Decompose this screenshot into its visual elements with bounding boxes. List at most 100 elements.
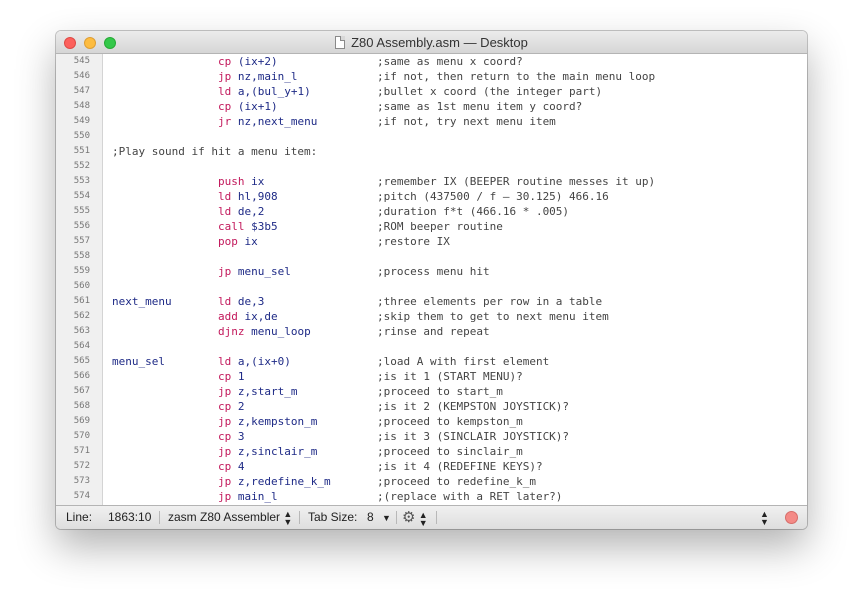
code-line[interactable]: 552 xyxy=(56,159,807,174)
line-number: 556 xyxy=(73,221,90,231)
line-number: 551 xyxy=(73,146,90,156)
code-line[interactable]: 551 ;Play sound if hit a menu item: xyxy=(56,144,807,159)
code-line[interactable]: 545 cp (ix+2) ;same as menu x coord? xyxy=(56,54,807,69)
code-line[interactable]: 555 ld de,2 ;duration f*t (466.16 * .005) xyxy=(56,204,807,219)
code-instruction: call $3b5 xyxy=(218,219,278,234)
code-instruction: ld de,2 xyxy=(218,204,264,219)
code-line[interactable]: 569 jp z,kempston_m ;proceed to kempston_m xyxy=(56,414,807,429)
extra-selector[interactable]: ▲ ▼ xyxy=(760,506,769,529)
gear-icon: ⚙ xyxy=(402,509,416,526)
code-line[interactable]: 557 pop ix ;restore IX xyxy=(56,234,807,249)
code-instruction: add ix,de xyxy=(218,309,278,324)
tab-size-value: 8 xyxy=(367,510,374,524)
close-dot-icon[interactable] xyxy=(785,511,798,524)
code-line[interactable]: 572 cp 4 ;is it 4 (REDEFINE KEYS)? xyxy=(56,459,807,474)
line-position-field[interactable]: 1863:10 xyxy=(108,506,151,529)
code-line[interactable]: 566 cp 1 ;is it 1 (START MENU)? xyxy=(56,369,807,384)
code-opcode: ld xyxy=(218,295,232,308)
code-line[interactable]: 573 jp z,redefine_k_m ;proceed to redefine… xyxy=(56,474,807,489)
tab-size-selector[interactable]: 8 ▼ xyxy=(367,506,391,529)
code-comment: ;restore IX xyxy=(377,235,450,248)
code-comment: ;ROM beeper routine xyxy=(377,220,503,233)
line-number: 571 xyxy=(73,446,90,456)
line-number: 561 xyxy=(73,296,90,306)
code-instruction: jp z,redefine_k_m xyxy=(218,474,331,489)
code-line[interactable]: 563 djnz menu_loop ;rinse and repeat xyxy=(56,324,807,339)
code-opcode: jr xyxy=(218,115,232,128)
syntax-mode-selector[interactable]: zasm Z80 Assembler ▲ ▼ xyxy=(168,506,292,529)
line-number: 548 xyxy=(73,101,90,111)
code-instruction: jr nz,next_menu xyxy=(218,114,317,129)
code-comment: ;is it 1 (START MENU)? xyxy=(377,370,523,383)
line-number: 565 xyxy=(73,356,90,366)
code-operand: 1 xyxy=(237,370,245,383)
code-line[interactable]: 562 add ix,de ;skip them to get to next me… xyxy=(56,309,807,324)
code-opcode: jp xyxy=(218,265,232,278)
code-opcode: jp xyxy=(218,445,232,458)
code-line[interactable]: 549 jr nz,next_menu ;if not, try next menu… xyxy=(56,114,807,129)
line-number: 552 xyxy=(73,161,90,171)
code-instruction: cp (ix+1) xyxy=(218,99,278,114)
code-line[interactable]: 560 xyxy=(56,279,807,294)
code-line[interactable]: 546 jp nz,main_l ;if not, then return to t… xyxy=(56,69,807,84)
code-operand: nz,main_l xyxy=(237,70,298,83)
code-operand: nz,next_menu xyxy=(237,115,318,128)
code-operand: ix xyxy=(251,175,265,188)
syntax-mode-label: zasm Z80 Assembler xyxy=(168,510,281,524)
code-opcode: jp xyxy=(218,490,232,503)
code-opcode: cp xyxy=(218,55,232,68)
line-number: 545 xyxy=(73,56,90,66)
line-number: 550 xyxy=(73,131,90,141)
code-line[interactable]: 570 cp 3 ;is it 3 (SINCLAIR JOYSTICK)? xyxy=(56,429,807,444)
code-instruction: jp menu_sel xyxy=(218,264,291,279)
line-number: 572 xyxy=(73,461,90,471)
code-line[interactable]: 574 jp main_l ;(replace with a RET later?) xyxy=(56,489,807,504)
code-opcode: jp xyxy=(218,70,232,83)
code-instruction: pop ix xyxy=(218,234,258,249)
status-bar: Line: 1863:10 zasm Z80 Assembler ▲ ▼ Tab … xyxy=(56,505,807,529)
line-number: 549 xyxy=(73,116,90,126)
code-operand: main_l xyxy=(237,490,278,503)
code-instruction: cp 3 xyxy=(218,429,245,444)
code-instruction: cp 1 xyxy=(218,369,245,384)
editor-window: Z80 Assembly.asm — Desktop 545 cp (ix+2);… xyxy=(56,31,807,529)
code-line[interactable]: 556 call $3b5 ;ROM beeper routine xyxy=(56,219,807,234)
code-line[interactable]: 550 xyxy=(56,129,807,144)
code-instruction: jp nz,main_l xyxy=(218,69,297,84)
code-opcode: cp xyxy=(218,400,232,413)
code-instruction: jp z,kempston_m xyxy=(218,414,317,429)
updown-chevron-icon: ▲ ▼ xyxy=(760,508,769,527)
code-line[interactable]: 567 jp z,start_m ;proceed to start_m xyxy=(56,384,807,399)
code-line[interactable]: 548 cp (ix+1) ;same as 1st menu item y coo… xyxy=(56,99,807,114)
code-instruction: jp z,sinclair_m xyxy=(218,444,317,459)
settings-menu[interactable]: ⚙ ▲ ▼ xyxy=(402,506,428,529)
code-line[interactable]: 571 jp z,sinclair_m ;proceed to sinclair_m xyxy=(56,444,807,459)
code-comment: ;is it 3 (SINCLAIR JOYSTICK)? xyxy=(377,430,570,443)
code-instruction: jp main_l xyxy=(218,489,278,504)
code-line[interactable]: 554 ld hl,908 ;pitch (437500 / f – 30.125)… xyxy=(56,189,807,204)
code-opcode: jp xyxy=(218,415,232,428)
chevron-down-icon: ▼ xyxy=(382,513,391,523)
code-line[interactable]: 558 xyxy=(56,249,807,264)
line-label: Line: xyxy=(66,510,93,524)
code-comment: ;bullet x coord (the integer part) xyxy=(377,85,603,98)
code-operand: (ix+2) xyxy=(237,55,278,68)
code-editor[interactable]: 545 cp (ix+2) ;same as menu x coord? 546 jp … xyxy=(56,54,807,505)
code-opcode: jp xyxy=(218,475,232,488)
code-line[interactable]: 565 menu_sel ld a,(ix+0) ;load A with first… xyxy=(56,354,807,369)
code-line[interactable]: 561 next_menu ld de,3 ;three elements per r… xyxy=(56,294,807,309)
line-number: 562 xyxy=(73,311,90,321)
document-icon[interactable] xyxy=(335,36,346,49)
line-number: 564 xyxy=(73,341,90,351)
code-line[interactable]: 564 xyxy=(56,339,807,354)
divider xyxy=(299,511,300,524)
code-instruction: cp 2 xyxy=(218,399,245,414)
code-line[interactable]: 553 push ix ;remember IX (BEEPER routine m… xyxy=(56,174,807,189)
code-label: menu_sel xyxy=(112,355,165,368)
code-opcode: cp xyxy=(218,370,232,383)
code-line[interactable]: 568 cp 2 ;is it 2 (KEMPSTON JOYSTICK)? xyxy=(56,399,807,414)
divider xyxy=(396,511,397,524)
code-line[interactable]: 547 ld a,(bul_y+1) ;bullet x coord (the in… xyxy=(56,84,807,99)
code-line[interactable]: 559 jp menu_sel ;process menu hit xyxy=(56,264,807,279)
updown-chevron-icon: ▲ ▼ xyxy=(283,508,293,527)
